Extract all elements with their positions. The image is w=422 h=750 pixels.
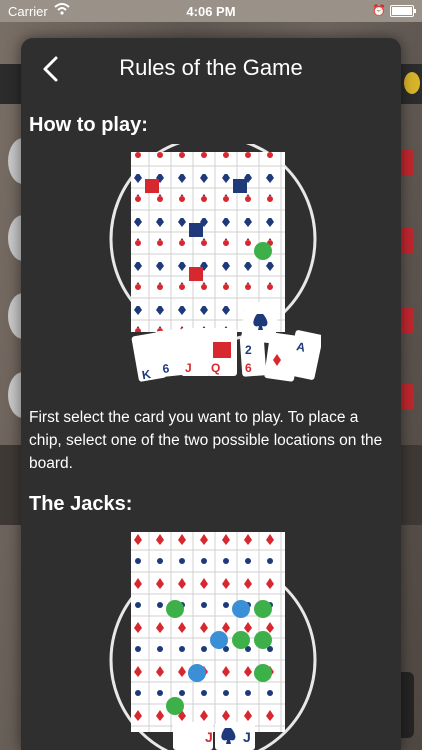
status-bar: Carrier 4:06 PM ⏰: [0, 0, 422, 22]
background-badge: [400, 150, 414, 176]
background-badge: [400, 228, 414, 254]
section-heading-how-to-play: How to play:: [29, 114, 148, 136]
svg-text:2: 2: [245, 343, 252, 357]
svg-text:J: J: [243, 729, 251, 745]
rules-modal: Rules of the Game How to play: K 6 J Q 2…: [21, 38, 401, 750]
modal-title: Rules of the Game: [119, 55, 303, 80]
status-time: 4:06 PM: [186, 4, 236, 19]
board-illustration-how-to-play: K 6 J Q 2 6 A: [109, 144, 321, 382]
modal-header: Rules of the Game: [21, 38, 401, 100]
battery-icon: [390, 5, 416, 17]
background-coin-icon: [404, 72, 420, 94]
svg-text:6: 6: [245, 361, 252, 375]
alarm-icon: ⏰: [372, 5, 386, 17]
svg-text:J: J: [205, 729, 213, 745]
svg-text:Q: Q: [211, 361, 220, 375]
background-badge: [400, 384, 414, 410]
how-to-play-text: First select the card you want to play. …: [29, 409, 383, 472]
background-menu-bar: [0, 64, 22, 104]
section-heading-the-jacks: The Jacks:: [29, 493, 133, 515]
background-badge: [400, 307, 414, 333]
svg-text:J: J: [185, 361, 192, 375]
board-illustration-jacks: J J: [109, 532, 317, 750]
